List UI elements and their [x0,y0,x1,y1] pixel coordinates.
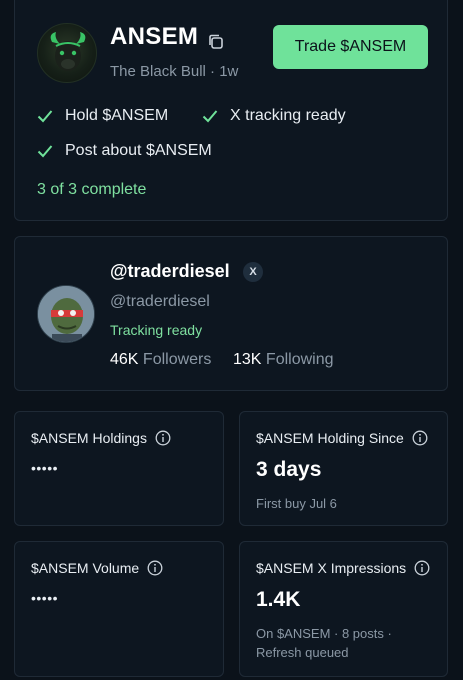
task-label: Hold $ANSEM [65,107,169,124]
info-icon[interactable] [412,430,428,446]
profile-username: @traderdiesel [110,293,210,310]
progress-text: 3 of 3 complete [37,181,147,198]
impressions-label-row: $ANSEM X Impressions [256,560,430,576]
holding-since-label: $ANSEM Holding Since [256,430,404,446]
trade-button[interactable]: Trade $ANSEM [273,25,428,69]
holdings-value: ••••• [31,460,59,476]
followers-stat[interactable]: 46K Followers [110,351,211,369]
volume-label-row: $ANSEM Volume [31,560,163,576]
info-icon[interactable] [155,430,171,446]
following-stat[interactable]: 13K Following [233,351,334,369]
info-icon[interactable] [414,560,430,576]
task-hold: Hold $ANSEM [37,107,168,125]
holdings-label: $ANSEM Holdings [31,430,147,446]
holding-since-sub: First buy Jul 6 [256,496,337,511]
impressions-sub: On $ANSEM · 8 posts · Refresh queued [256,626,392,660]
profile-card: @traderdiesel X @traderdiesel Tracking r… [14,236,448,391]
bull-avatar [37,23,97,83]
impressions-value: 1.4K [256,588,301,611]
volume-value: ••••• [31,590,59,606]
following-label: Following [265,351,334,368]
check-icon [37,145,53,158]
task-label: X tracking ready [230,107,346,124]
following-count: 13K [233,351,262,368]
holding-since-label-row: $ANSEM Holding Since [256,430,428,446]
check-icon [37,110,53,123]
check-icon [202,110,218,123]
x-logo-icon[interactable]: X [243,262,263,282]
task-x-tracking: X tracking ready [202,107,346,125]
token-name: ANSEM [110,23,199,50]
task-label: Post about $ANSEM [65,142,212,159]
profile-avatar [37,285,95,343]
holdings-card: $ANSEM Holdings ••••• [14,411,224,526]
task-post: Post about $ANSEM [37,142,212,160]
holdings-label-row: $ANSEM Holdings [31,430,171,446]
copy-icon[interactable] [207,33,225,51]
tracking-status: Tracking ready [110,322,203,338]
impressions-card: $ANSEM X Impressions 1.4K On $ANSEM · 8 … [239,541,448,677]
impressions-label: $ANSEM X Impressions [256,560,407,576]
holding-since-card: $ANSEM Holding Since 3 days First buy Ju… [239,411,448,526]
token-card: ANSEM The Black Bull · 1w Trade $ANSEM H… [14,0,448,221]
volume-card: $ANSEM Volume ••••• [14,541,224,677]
token-subtitle: The Black Bull · 1w [110,63,239,80]
volume-label: $ANSEM Volume [31,560,140,576]
followers-label: Followers [142,351,212,368]
info-icon[interactable] [147,560,163,576]
holding-since-value: 3 days [256,458,322,481]
followers-count: 46K [110,351,139,368]
profile-handle[interactable]: @traderdiesel [110,261,230,282]
